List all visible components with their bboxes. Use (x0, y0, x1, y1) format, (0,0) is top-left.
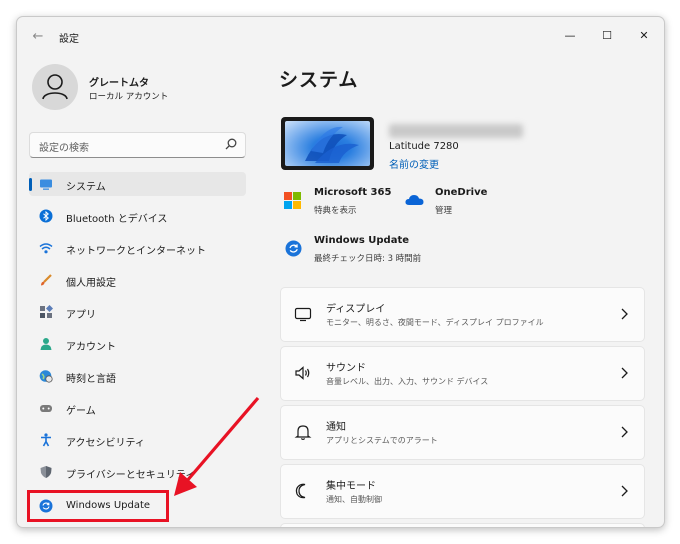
windows-bloom-graphic (305, 126, 359, 163)
sidebar-item-label: 時刻と言語 (66, 374, 116, 385)
sidebar-item-time-language[interactable]: 時刻と言語 (29, 364, 246, 388)
monitor-icon (40, 179, 52, 190)
card-title: ディスプレイ (326, 304, 386, 315)
sidebar-item-bluetooth[interactable]: Bluetooth とデバイス (29, 204, 246, 228)
card-title: サウンド (326, 363, 366, 374)
title-bar: ← 設定 — ☐ ✕ (17, 17, 664, 57)
sidebar-item-gaming[interactable]: ゲーム (29, 396, 246, 420)
back-button[interactable]: ← (29, 28, 47, 46)
moon-icon (295, 483, 306, 499)
chevron-right-icon (621, 367, 628, 379)
minimize-button[interactable]: — (553, 23, 587, 49)
card-notifications[interactable]: 通知 アプリとシステムでのアラート (280, 405, 645, 460)
bluetooth-icon (39, 209, 53, 223)
card-subtitle: モニター、明るさ、夜間モード、ディスプレイ プロファイル (326, 318, 544, 327)
sidebar-item-label: アプリ (66, 310, 96, 321)
sidebar-item-privacy-security[interactable]: プライバシーとセキュリティ (29, 460, 246, 484)
card-next-partial[interactable] (280, 523, 645, 527)
sidebar-item-label: アクセシビリティ (66, 438, 145, 449)
user-name: グレートムタ (89, 78, 149, 89)
device-name-redacted (389, 124, 523, 138)
onedrive-cloud-icon (405, 195, 424, 205)
card-subtitle: アプリとシステムでのアラート (326, 436, 438, 445)
search-icon (225, 138, 237, 150)
card-subtitle: 音量レベル、出力、入力、サウンド デバイス (326, 377, 489, 386)
chevron-right-icon (621, 485, 628, 497)
sidebar-item-personalization[interactable]: 個人用設定 (29, 268, 246, 292)
speaker-icon (295, 366, 310, 380)
person-icon (42, 74, 68, 100)
brush-icon (41, 274, 52, 286)
card-sound[interactable]: サウンド 音量レベル、出力、入力、サウンド デバイス (280, 346, 645, 401)
display-icon (294, 307, 312, 322)
wifi-icon (39, 243, 53, 254)
sidebar-item-label: ゲーム (66, 406, 96, 417)
apps-icon (40, 305, 53, 318)
bell-icon (294, 425, 312, 440)
card-display[interactable]: ディスプレイ モニター、明るさ、夜間モード、ディスプレイ プロファイル (280, 287, 645, 342)
chevron-right-icon (621, 308, 628, 320)
sidebar-item-system[interactable]: システム (29, 172, 246, 196)
tile-subtitle: 特典を表示 (314, 206, 357, 216)
sidebar-item-label: Bluetooth とデバイス (66, 214, 168, 225)
app-title: 設定 (59, 34, 79, 45)
update-icon (285, 240, 302, 257)
device-wallpaper (285, 121, 370, 166)
globe-clock-icon (39, 370, 53, 383)
device-image (281, 117, 374, 170)
sidebar-item-label: システム (66, 182, 106, 193)
accessibility-icon (41, 433, 51, 447)
rename-link[interactable]: 名前の変更 (389, 156, 439, 171)
sidebar-item-network[interactable]: ネットワークとインターネット (29, 236, 246, 260)
search-input[interactable]: 設定の検索 (39, 139, 89, 154)
tile-title: OneDrive (435, 187, 488, 198)
microsoft-logo-icon (284, 192, 301, 209)
maximize-button[interactable]: ☐ (590, 23, 624, 49)
selection-indicator (29, 178, 32, 191)
tile-subtitle: 管理 (435, 206, 453, 216)
sidebar-item-label: プライバシーとセキュリティ (66, 470, 196, 481)
sidebar-item-accessibility[interactable]: アクセシビリティ (29, 428, 246, 452)
avatar[interactable] (32, 64, 78, 110)
account-type: ローカル アカウント (89, 92, 169, 102)
card-focus-assist[interactable]: 集中モード 通知、自動制御 (280, 464, 645, 519)
page-title: システム (279, 69, 359, 91)
shield-icon (40, 466, 52, 478)
card-title: 通知 (326, 422, 346, 433)
chevron-right-icon (621, 426, 628, 438)
sidebar-item-label: 個人用設定 (66, 278, 116, 289)
card-subtitle: 通知、自動制御 (326, 495, 382, 504)
tile-subtitle: 最終チェック日時: 3 時間前 (314, 254, 422, 264)
account-icon (40, 338, 52, 350)
sidebar-item-apps[interactable]: アプリ (29, 300, 246, 324)
tile-title: Windows Update (314, 235, 410, 246)
sidebar-item-label: アカウント (66, 342, 116, 353)
close-button[interactable]: ✕ (627, 23, 661, 49)
sidebar-item-accounts[interactable]: アカウント (29, 332, 246, 356)
search-box[interactable]: 設定の検索 (29, 132, 246, 158)
gamepad-icon (40, 405, 52, 412)
device-model: Latitude 7280 (389, 141, 459, 152)
card-title: 集中モード (326, 481, 376, 492)
tile-title: Microsoft 365 (314, 187, 392, 198)
sidebar-item-label: ネットワークとインターネット (66, 246, 206, 257)
annotation-highlight-box (27, 490, 169, 522)
settings-window: ← 設定 — ☐ ✕ グレートムタ ローカル アカウント 設定の検索 システム (16, 16, 665, 528)
